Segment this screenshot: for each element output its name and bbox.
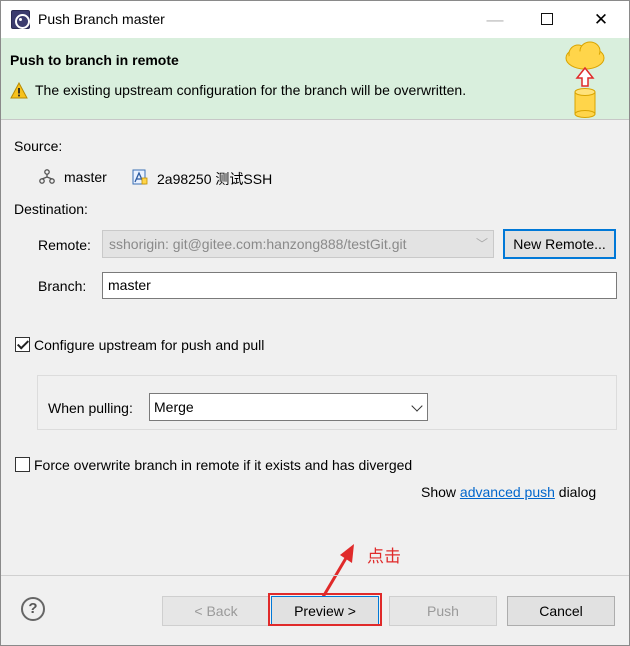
eclipse-app-icon xyxy=(11,10,30,29)
force-overwrite-label: Force overwrite branch in remote if it e… xyxy=(34,457,413,473)
commit-icon xyxy=(132,169,148,185)
window-title: Push Branch master xyxy=(38,11,165,27)
branch-icon xyxy=(39,169,55,184)
maximize-icon xyxy=(541,13,553,26)
advanced-push-link[interactable]: advanced push xyxy=(460,484,555,500)
close-button[interactable]: ✕ xyxy=(575,1,627,38)
minimize-button[interactable]: — xyxy=(469,1,521,38)
banner-title: Push to branch in remote xyxy=(10,52,179,68)
annotation-highlight-box xyxy=(268,593,382,626)
cloud-push-icon xyxy=(565,41,605,118)
header-banner: Push to branch in remote The existing up… xyxy=(1,38,629,120)
footer-separator xyxy=(1,575,629,576)
source-commit: 2a98250 测试SSH xyxy=(157,171,273,187)
remote-select-value: sshorigin: git@gitee.com:hanzong888/test… xyxy=(109,236,407,252)
branch-label: Branch: xyxy=(38,278,87,294)
cancel-button[interactable]: Cancel xyxy=(507,596,615,626)
force-overwrite-checkbox[interactable] xyxy=(15,457,30,472)
remote-select[interactable]: sshorigin: git@gitee.com:hanzong888/test… xyxy=(102,230,494,258)
maximize-button[interactable] xyxy=(521,1,573,38)
destination-label: Destination: xyxy=(14,201,88,217)
chevron-down-icon xyxy=(411,400,423,412)
source-label: Source: xyxy=(14,138,63,154)
configure-upstream-checkbox[interactable] xyxy=(15,337,30,352)
new-remote-button[interactable]: New Remote... xyxy=(503,229,616,259)
annotation-arrow xyxy=(321,544,354,598)
help-icon[interactable]: ? xyxy=(21,597,45,621)
source-branch: master xyxy=(64,169,107,185)
when-pulling-select[interactable]: Merge xyxy=(149,393,428,421)
push-branch-dialog: Push Branch master — ✕ Push to branch in… xyxy=(0,0,630,646)
annotation-text: 点击 xyxy=(367,547,401,566)
branch-input[interactable]: master xyxy=(102,272,617,299)
when-pulling-value: Merge xyxy=(154,399,194,415)
banner-message: The existing upstream configuration for … xyxy=(35,82,467,98)
push-button[interactable]: Push xyxy=(389,596,497,626)
title-bar: Push Branch master — ✕ xyxy=(1,1,629,38)
back-button[interactable]: < Back xyxy=(162,596,270,626)
show-suffix: dialog xyxy=(558,484,597,500)
show-prefix: Show xyxy=(421,484,457,500)
configure-upstream-label: Configure upstream for push and pull xyxy=(34,337,265,353)
warning-icon xyxy=(10,82,28,99)
when-pulling-label: When pulling: xyxy=(48,400,133,416)
advanced-push-row: Show advanced push dialog xyxy=(421,484,596,500)
remote-label: Remote: xyxy=(38,237,91,253)
chevron-down-icon: ﹀ xyxy=(475,237,488,251)
